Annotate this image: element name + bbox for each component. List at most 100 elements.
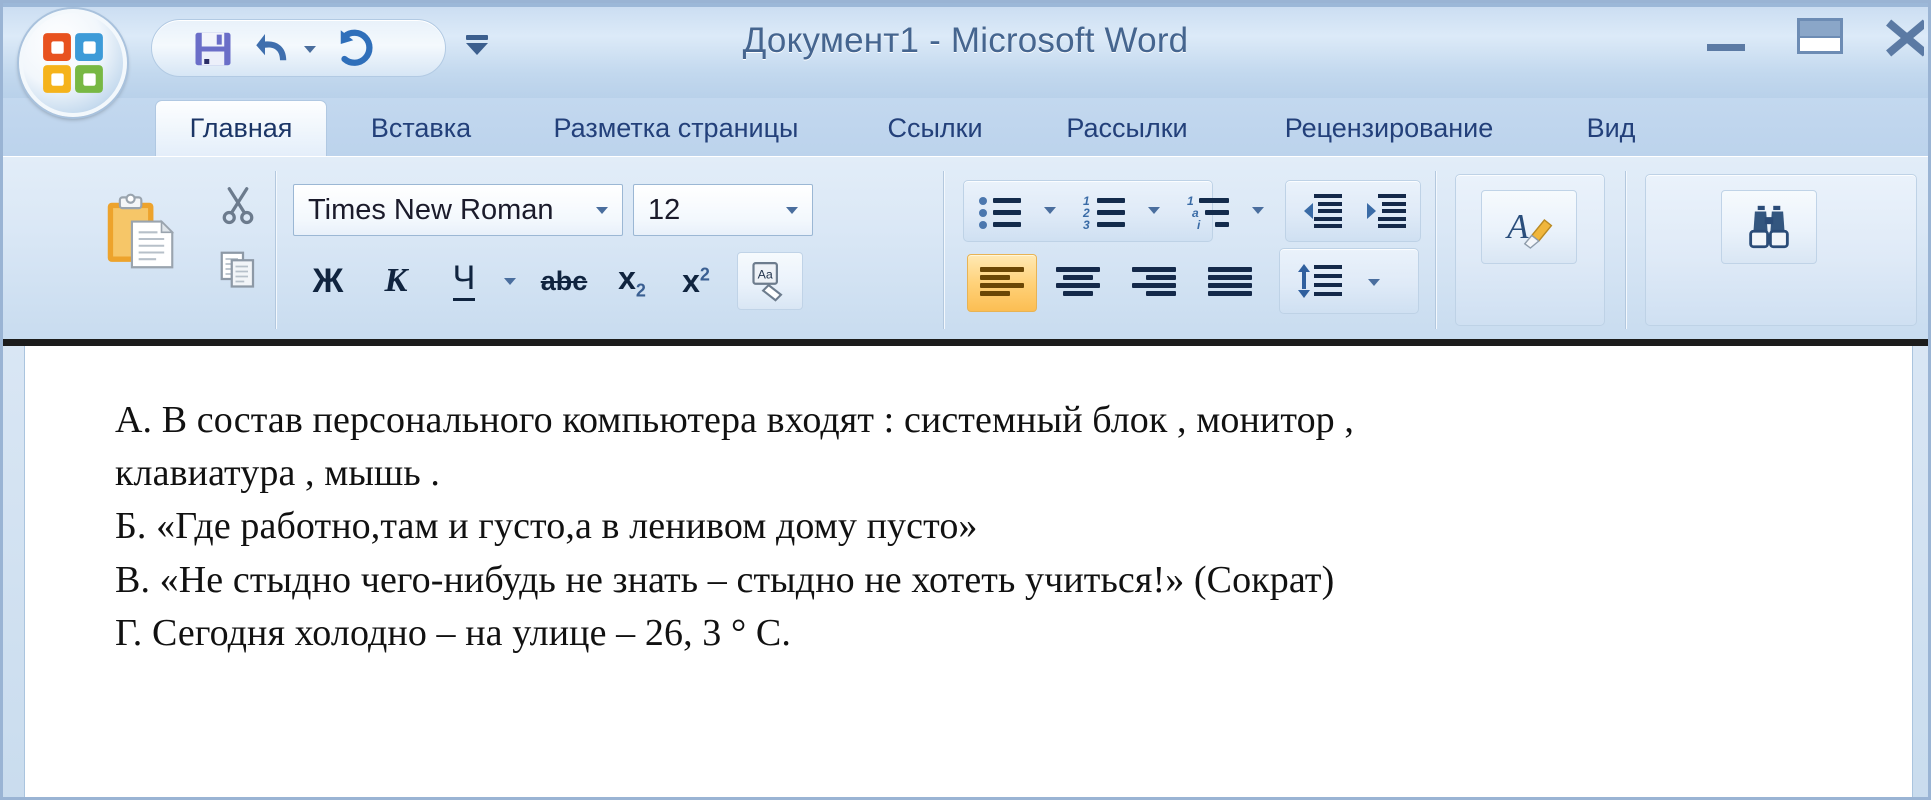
align-left-button[interactable] — [967, 254, 1037, 312]
tab-home-label: Главная — [189, 113, 293, 143]
chevron-down-icon — [1368, 278, 1380, 286]
line-spacing-icon — [1298, 264, 1342, 298]
tab-page-layout[interactable]: Разметка страницы — [511, 100, 841, 156]
multilevel-list-icon: 1 a i — [1187, 194, 1229, 231]
chevron-down-icon — [1044, 206, 1056, 214]
subscript-label: x2 — [618, 260, 646, 301]
bullets-dropdown-button[interactable] — [1033, 190, 1067, 230]
tab-references[interactable]: Ссылки — [855, 100, 1015, 156]
font-name-combo[interactable]: Times New Roman — [293, 184, 623, 236]
ribbon-group-styles: A — [1447, 162, 1627, 340]
ribbon-group-editing — [1637, 162, 1927, 340]
bold-button[interactable]: Ж — [299, 254, 357, 308]
align-justify-icon — [1208, 266, 1252, 300]
decrease-indent-icon — [1304, 194, 1342, 228]
redo-button[interactable] — [334, 26, 380, 72]
right-gutter[interactable] — [1912, 346, 1928, 797]
document-line: клавиатура , мышь . — [115, 452, 440, 495]
copy-button[interactable] — [209, 240, 267, 298]
numbering-button[interactable]: 1 2 3 — [1073, 184, 1135, 238]
tab-insert-label: Вставка — [370, 112, 472, 143]
multilevel-dropdown-button[interactable] — [1241, 190, 1275, 230]
tab-page-layout-label: Разметка страницы — [553, 112, 799, 143]
quick-access-toolbar — [151, 19, 446, 77]
increase-indent-icon — [1367, 194, 1406, 228]
line-spacing-button[interactable] — [1285, 254, 1355, 310]
tab-mailings-label: Рассылки — [1066, 112, 1188, 143]
numbering-icon: 1 2 3 — [1083, 194, 1125, 231]
underline-dropdown-button[interactable] — [493, 262, 527, 300]
redo-icon — [340, 29, 373, 66]
window-controls — [1690, 13, 1924, 59]
align-justify-button[interactable] — [1195, 254, 1265, 312]
undo-dropdown-button[interactable] — [302, 42, 318, 56]
tab-view-label: Вид — [1586, 112, 1636, 143]
document-page[interactable]: А. В состав персонального компьютера вхо… — [25, 346, 1912, 797]
change-styles-icon: A — [1505, 207, 1553, 249]
clear-formatting-button[interactable]: Aa — [737, 252, 803, 310]
find-button[interactable] — [1721, 190, 1817, 264]
strikethrough-button[interactable]: abc — [531, 254, 597, 308]
tab-insert[interactable]: Вставка — [341, 100, 501, 156]
binoculars-icon — [1749, 205, 1789, 249]
tab-references-label: Ссылки — [887, 112, 983, 143]
chevron-down-icon — [304, 45, 316, 53]
align-left-icon — [980, 266, 1024, 300]
paste-button[interactable] — [85, 180, 195, 290]
cut-button[interactable] — [209, 176, 267, 234]
font-size-combo[interactable]: 12 — [633, 184, 813, 236]
chevron-down-icon — [1252, 206, 1264, 214]
svg-text:A: A — [1505, 207, 1529, 246]
tab-home[interactable]: Главная — [155, 100, 327, 156]
office-button[interactable] — [19, 9, 127, 117]
multilevel-list-button[interactable]: 1 a i — [1177, 184, 1239, 238]
underline-label: Ч — [452, 260, 476, 302]
italic-button[interactable]: К — [367, 254, 425, 308]
save-icon — [195, 32, 231, 66]
office-logo-icon — [43, 33, 103, 93]
copy-icon — [220, 251, 255, 288]
superscript-button[interactable]: x2 — [667, 254, 725, 308]
increase-indent-button[interactable] — [1355, 184, 1417, 238]
close-icon — [1881, 16, 1924, 57]
restore-icon — [1797, 18, 1843, 54]
minimize-button[interactable] — [1690, 13, 1762, 59]
chevron-down-icon — [504, 277, 516, 285]
word-window: Документ1 - Microsoft Word Главная Встав… — [0, 0, 1931, 800]
undo-button[interactable] — [252, 26, 298, 72]
document-line: В. «Не стыдно чего-нибудь не знать – сты… — [115, 558, 1335, 601]
ribbon-group-font: Times New Roman 12 Ж К Ч abc x2 x2 Aa — [285, 162, 945, 340]
tab-review-label: Рецензирование — [1284, 112, 1494, 143]
font-name-value: Times New Roman — [308, 193, 554, 226]
align-right-icon — [1132, 266, 1176, 300]
tab-review[interactable]: Рецензирование — [1239, 100, 1539, 156]
customize-triangle-icon — [466, 43, 488, 55]
bullets-button[interactable] — [969, 184, 1031, 238]
decrease-indent-button[interactable] — [1291, 184, 1353, 238]
line-spacing-dropdown-button[interactable] — [1357, 262, 1391, 302]
font-size-dropdown-icon[interactable] — [772, 206, 812, 214]
superscript-label: x2 — [682, 262, 710, 299]
close-button[interactable] — [1878, 13, 1924, 59]
restore-button[interactable] — [1784, 13, 1856, 59]
tab-view[interactable]: Вид — [1551, 100, 1671, 156]
ribbon-tab-strip: Главная Вставка Разметка страницы Ссылки… — [3, 98, 1928, 156]
numbering-dropdown-button[interactable] — [1137, 190, 1171, 230]
font-name-dropdown-icon[interactable] — [582, 206, 622, 214]
save-button[interactable] — [190, 26, 236, 72]
strikethrough-label: abc — [540, 265, 588, 296]
subscript-button[interactable]: x2 — [603, 254, 661, 308]
align-right-button[interactable] — [1119, 254, 1189, 312]
tab-mailings[interactable]: Рассылки — [1027, 100, 1227, 156]
change-styles-button[interactable]: A — [1481, 190, 1577, 264]
document-line: А. В состав персонального компьютера вхо… — [115, 399, 1354, 441]
left-gutter — [3, 346, 25, 797]
ribbon-group-paragraph: 1 2 3 1 a i — [953, 162, 1433, 340]
underline-button[interactable]: Ч — [435, 254, 493, 308]
minimize-icon — [1707, 43, 1745, 51]
window-top-border — [3, 3, 1928, 7]
font-size-value: 12 — [648, 193, 681, 226]
align-center-button[interactable] — [1043, 254, 1113, 312]
undo-icon — [256, 34, 287, 61]
customize-qat-button[interactable] — [458, 25, 496, 65]
